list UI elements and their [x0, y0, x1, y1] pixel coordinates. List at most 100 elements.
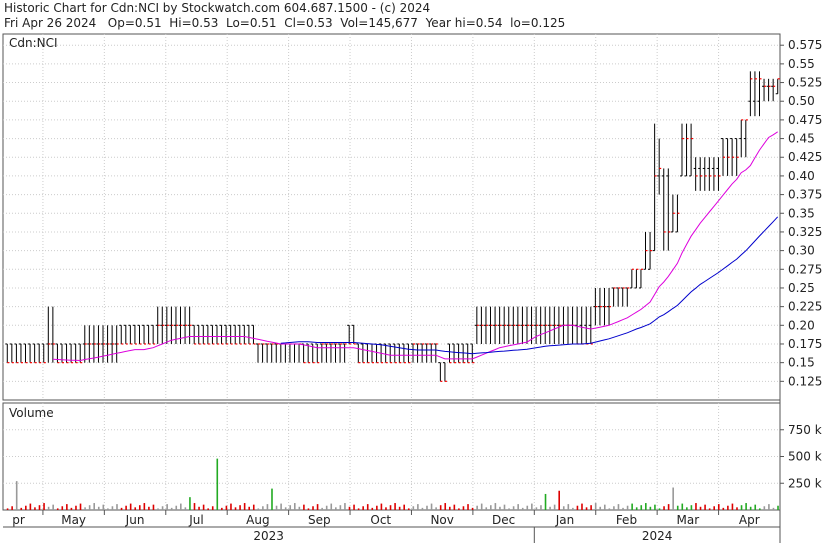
volume-bar: [403, 504, 405, 510]
volume-bar: [453, 504, 456, 510]
ohlc-bar: [123, 324, 128, 345]
price-tick-label: 0.175: [788, 337, 822, 351]
month-label: Aug: [246, 513, 269, 527]
volume-bar: [585, 507, 588, 510]
volume-bar: [357, 508, 360, 510]
volume-bar: [170, 507, 173, 510]
volume-bar: [649, 506, 652, 510]
volume-bar: [704, 504, 706, 510]
volume-bar: [303, 504, 305, 510]
month-label: Feb: [616, 513, 637, 527]
volume-bar: [138, 505, 141, 510]
volume-bar: [335, 507, 337, 510]
volume-bar: [88, 505, 91, 510]
volume-bar: [316, 504, 319, 510]
volume-bar: [407, 508, 410, 510]
volume-bar: [84, 507, 86, 510]
ohlc-bar: [315, 343, 320, 364]
volume-bar: [631, 503, 633, 510]
volume-bar: [727, 505, 729, 510]
ohlc-bar: [101, 325, 106, 363]
volume-bar: [581, 503, 583, 510]
volume-bar: [230, 503, 232, 510]
ohlc-bar: [301, 343, 306, 364]
volume-bar: [480, 503, 483, 510]
ohlc-bar: [360, 343, 365, 364]
ohlc-bar: [23, 343, 28, 364]
volume-bar: [485, 507, 488, 510]
ohlc-bar: [752, 71, 757, 117]
ohlc-bar: [342, 343, 347, 363]
ohlc-bar: [283, 343, 288, 363]
volume-bar: [740, 505, 743, 510]
ohlc-bar: [128, 324, 133, 345]
volume-bar: [430, 503, 433, 510]
ohlc-bar: [406, 343, 411, 364]
volume-bar: [471, 507, 474, 510]
volume-bar: [567, 504, 570, 510]
price-tick-label: 0.20: [788, 318, 815, 332]
volume-bar: [695, 503, 697, 510]
volume-bar: [180, 503, 182, 510]
volume-bar: [102, 504, 105, 510]
price-tick-label: 0.15: [788, 356, 815, 370]
moving-averages: [52, 131, 779, 362]
ohlc-bar: [333, 343, 338, 363]
ohlc-bar: [32, 343, 37, 364]
volume-bar: [321, 507, 323, 510]
volume-bar: [549, 506, 551, 510]
ohlc-bar: [210, 324, 215, 345]
ohlc-bar: [146, 324, 151, 345]
volume-bar: [202, 504, 205, 510]
volume-bar: [47, 506, 50, 510]
volume-bar: [494, 503, 497, 510]
ohlc-bar: [552, 306, 557, 344]
ohlc-bar: [716, 157, 721, 191]
volume-bar: [20, 507, 23, 510]
volume-bar: [521, 507, 524, 510]
volume-bar: [708, 508, 711, 510]
year-axis: 2023 2024: [253, 527, 672, 543]
volume-bar: [129, 503, 132, 510]
volume-bar: [11, 506, 13, 510]
volume-bar: [29, 503, 32, 510]
price-tick-label: 0.475: [788, 113, 822, 127]
ohlc-bar: [114, 325, 119, 363]
volume-bar: [758, 508, 761, 510]
volume-bar: [448, 506, 451, 510]
ohlc-bar: [447, 343, 452, 364]
volume-bar: [562, 506, 565, 510]
ohlc-bar: [246, 324, 251, 345]
volume-bar: [280, 503, 282, 510]
ohlc-bar: [766, 78, 771, 102]
ohlc-bar: [233, 324, 238, 345]
volume-bar: [736, 507, 738, 510]
ohlc-bar: [119, 324, 124, 345]
volume-bar: [412, 506, 415, 510]
ohlc-bar: [265, 343, 270, 363]
volume-bar: [508, 508, 510, 510]
ohlc-bar: [192, 324, 197, 345]
volume-bar: [663, 506, 665, 510]
volume-bar: [189, 497, 191, 510]
ohlc-bar: [351, 324, 356, 345]
ohlc-bar: [620, 287, 625, 307]
volume-bar: [731, 503, 734, 510]
month-label: Jul: [188, 513, 203, 527]
volume-bar: [512, 506, 515, 510]
volume-bar: [426, 505, 428, 510]
ohlc-bar: [328, 343, 333, 363]
ohlc-bar: [28, 343, 33, 364]
ohlc-bar: [201, 324, 206, 345]
volume-bar: [143, 503, 146, 510]
volume-bar: [490, 505, 492, 510]
ohlc-bar: [538, 306, 543, 344]
month-label: Oct: [370, 513, 391, 527]
ohlc-bar: [739, 119, 744, 158]
month-label: Apr: [739, 513, 760, 527]
volume-bar: [535, 507, 538, 510]
ohlc-bar: [502, 306, 507, 344]
ohlc-bar: [260, 343, 265, 363]
ohlc-bar: [9, 343, 14, 364]
volume-bar: [325, 505, 328, 510]
